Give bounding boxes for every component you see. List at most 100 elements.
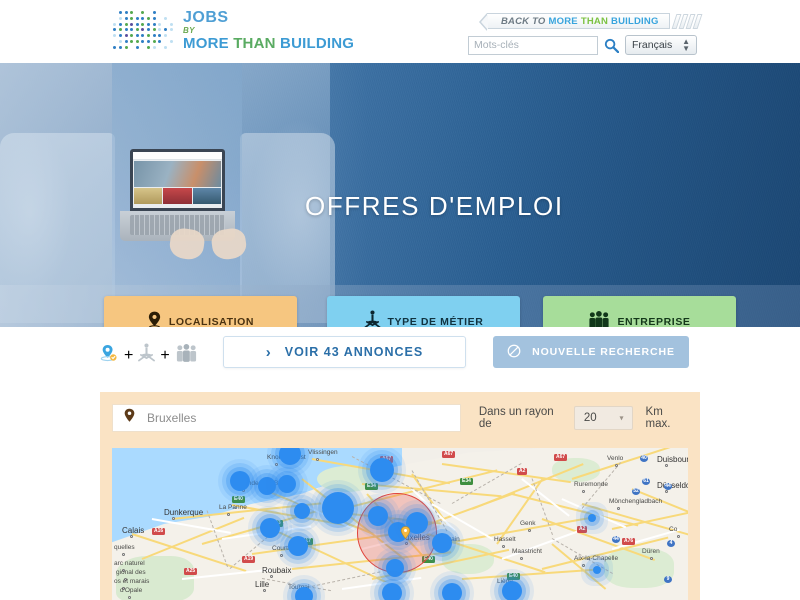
- back-to-site-ribbon[interactable]: BACK TO MORE THAN BUILDING: [479, 13, 702, 31]
- map-job-marker[interactable]: [502, 581, 522, 600]
- map-job-marker[interactable]: [295, 587, 313, 600]
- view-listings-button[interactable]: › VOIR 43 ANNONCES: [223, 336, 466, 368]
- results-map[interactable]: CalaisquellesDunkerqueLa PanneKnokke-Hei…: [112, 448, 688, 600]
- search-input[interactable]: [468, 35, 598, 55]
- filter-card-localisation[interactable]: LOCALISATION 20 Km autour de Bruxelles: [104, 296, 297, 327]
- map-job-marker[interactable]: [230, 471, 250, 491]
- selected-filters-icons: + +: [100, 343, 198, 368]
- map-city-label: Mönchengladbach: [609, 498, 663, 505]
- logo-wordmark: JOBS BY MORE THAN BUILDING: [183, 9, 354, 52]
- map-city-label: Aix-la-Chapelle: [574, 555, 619, 562]
- logo-building-text: BUILDING: [280, 35, 355, 52]
- radius-select[interactable]: 20 ▾: [573, 406, 633, 430]
- site-logo[interactable]: JOBS BY MORE THAN BUILDING: [112, 9, 354, 51]
- km-max-label: Km max.: [645, 406, 671, 430]
- filter-card-header: ENTREPRISE: [588, 310, 690, 327]
- map-city-dot: [520, 557, 523, 560]
- map-city-dot: [528, 529, 531, 532]
- map-city-label: Hasselt: [494, 536, 516, 543]
- filter-card-header: LOCALISATION: [147, 311, 254, 327]
- map-city-dot: [227, 513, 230, 516]
- search-icon[interactable]: [604, 38, 619, 53]
- home-pin-icon[interactable]: [400, 526, 411, 540]
- people-group-icon: [588, 310, 610, 327]
- map-job-marker[interactable]: [442, 583, 462, 600]
- map-city-label: Maastricht: [512, 548, 542, 555]
- ribbon-more-text: MORE: [548, 15, 578, 27]
- hero-banner: OFFRES D'EMPLOI LOCALISATION 20 Km autou…: [0, 63, 800, 327]
- ribbon-than-text: THAN: [580, 15, 609, 27]
- logo-than-text: THAN: [233, 35, 276, 52]
- map-job-marker[interactable]: [278, 475, 296, 493]
- logo-dot-grid: [112, 10, 174, 50]
- map-city-label: Ruremonde: [574, 481, 608, 488]
- map-highway-shield: A2: [517, 468, 528, 475]
- laptop-tile: [163, 188, 192, 204]
- map-highway-shield: 4: [667, 540, 675, 547]
- map-pin-icon[interactable]: [100, 344, 119, 368]
- map-highway-shield: A2: [577, 526, 588, 533]
- map-job-marker[interactable]: [382, 583, 402, 600]
- location-input[interactable]: Bruxelles: [112, 404, 461, 432]
- action-bar: + + › VOIR 43 ANNONCES NOUVELLE RECHERCH…: [0, 327, 800, 387]
- map-city-dot: [130, 535, 133, 538]
- map-highway-shield: A25: [184, 568, 198, 575]
- map-highway-shield: 44: [612, 536, 620, 543]
- map-job-marker[interactable]: [370, 458, 394, 482]
- map-canvas: CalaisquellesDunkerqueLa PanneKnokke-Hei…: [112, 448, 688, 600]
- map-city-dot: [615, 464, 618, 467]
- language-select[interactable]: Français ▲ ▼: [625, 35, 697, 55]
- back-to-site-label[interactable]: BACK TO MORE THAN BUILDING: [479, 13, 670, 31]
- radius-select-value: 20: [583, 412, 597, 424]
- map-city-dot: [270, 575, 273, 578]
- map-job-marker[interactable]: [386, 559, 404, 577]
- laptop-tile: [192, 188, 221, 204]
- map-highway-shield: A76: [622, 538, 636, 545]
- location-input-value: Bruxelles: [147, 411, 197, 425]
- laptop-tile: [134, 188, 163, 204]
- map-job-marker[interactable]: [593, 566, 601, 574]
- new-search-label: NOUVELLE RECHERCHE: [532, 346, 675, 358]
- chevron-updown-icon: ▲ ▼: [682, 37, 690, 53]
- map-highway-shield: 44: [664, 483, 672, 490]
- map-city-label: d'Opale: [120, 587, 143, 594]
- radius-label: Dans un rayon de: [478, 406, 554, 430]
- worker-icon[interactable]: [138, 343, 156, 368]
- map-job-marker[interactable]: [288, 536, 308, 556]
- map-job-marker[interactable]: [294, 503, 310, 519]
- map-highway-shield: 9: [664, 576, 672, 583]
- search-panel-row: Bruxelles Dans un rayon de 20 ▾ Km max.: [112, 404, 688, 432]
- ribbon-building-text: BUILDING: [611, 15, 659, 27]
- map-job-marker[interactable]: [260, 518, 280, 538]
- map-city-label: Düsseldorf: [657, 481, 688, 490]
- chevron-right-icon: ›: [265, 343, 272, 361]
- filter-card-type-de-metier[interactable]: TYPE DE MÉTIER Aucune donnée sélectionné…: [327, 296, 520, 327]
- ribbon-stripes: [671, 13, 702, 29]
- map-city-label: Dunkerque: [164, 508, 204, 517]
- map-highway-shield: 61: [642, 478, 650, 485]
- map-highway-shield: A19: [242, 556, 256, 563]
- map-job-marker[interactable]: [368, 506, 388, 526]
- map-job-marker[interactable]: [258, 477, 276, 495]
- map-city-dot: [617, 507, 620, 510]
- map-highway-shield: E40: [232, 496, 245, 503]
- map-city-dot: [650, 557, 653, 560]
- map-highway-shield: A16: [152, 528, 166, 535]
- map-city-dot: [582, 490, 585, 493]
- plus-separator-icon: +: [124, 346, 134, 364]
- view-listings-label: VOIR 43 ANNONCES: [284, 345, 424, 359]
- map-city-dot: [677, 535, 680, 538]
- laptop-webpage: [133, 152, 222, 208]
- laptop-page-tiles: [134, 188, 221, 204]
- map-city-label: Co: [669, 526, 678, 533]
- map-job-marker[interactable]: [322, 492, 354, 524]
- filter-card-entreprise[interactable]: ENTREPRISE Aucune donnée sélectionnée: [543, 296, 736, 327]
- map-city-label: arc naturel: [114, 560, 145, 567]
- map-city-dot: [316, 458, 319, 461]
- logo-more-than-building-text: MORE THAN BUILDING: [183, 36, 354, 51]
- map-job-marker[interactable]: [432, 533, 452, 553]
- people-group-icon[interactable]: [175, 343, 198, 368]
- map-job-marker[interactable]: [588, 514, 596, 522]
- new-search-button[interactable]: NOUVELLE RECHERCHE: [493, 336, 689, 368]
- map-city-label: La Panne: [219, 504, 247, 511]
